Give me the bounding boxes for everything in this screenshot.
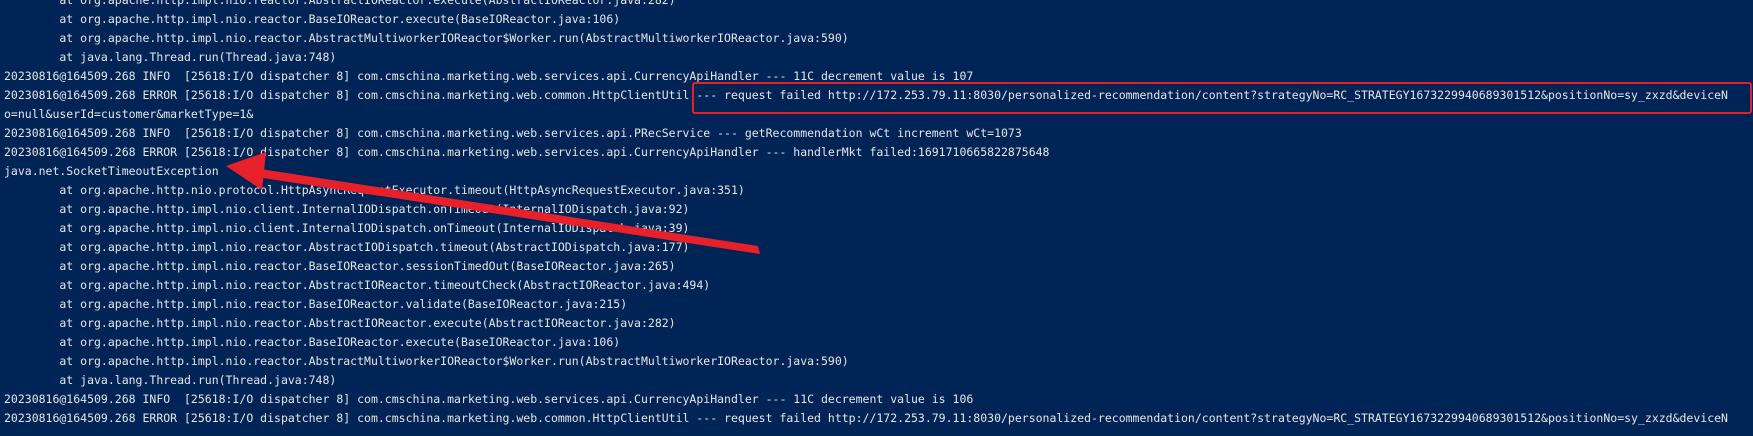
log-line: at org.apache.http.impl.nio.reactor.Abst… [4, 278, 711, 292]
log-line: at org.apache.http.impl.nio.reactor.Base… [4, 297, 628, 311]
log-line: at org.apache.http.impl.nio.reactor.Abst… [4, 0, 676, 7]
log-line: 20230816@164509.268 ERROR [25618:I/O dis… [4, 145, 1050, 159]
log-line: 20230816@164509.268 INFO [25618:I/O disp… [4, 392, 974, 406]
terminal-window[interactable]: at org.apache.http.impl.nio.reactor.Abst… [0, 0, 1753, 436]
log-line: 20230816@164509.268 ERROR [25618:I/O dis… [4, 411, 1728, 425]
log-line: at org.apache.http.impl.nio.client.Inter… [4, 202, 690, 216]
log-line: at org.apache.http.impl.nio.reactor.Abst… [4, 354, 849, 368]
log-line: at org.apache.http.impl.nio.reactor.Base… [4, 259, 676, 273]
log-line: 20230816@164509.268 INFO [25618:I/O disp… [4, 126, 1022, 140]
log-line: at java.lang.Thread.run(Thread.java:748) [4, 373, 337, 387]
log-line: at org.apache.http.impl.nio.client.Inter… [4, 221, 690, 235]
log-line: at org.apache.http.impl.nio.reactor.Base… [4, 12, 621, 26]
annotation-highlight-box [692, 82, 1752, 114]
log-line: at java.lang.Thread.run(Thread.java:748) [4, 50, 337, 64]
log-line: o=null&userId=customer&marketType=1& [4, 107, 254, 121]
log-line: at org.apache.http.impl.nio.reactor.Abst… [4, 316, 676, 330]
log-line: java.net.SocketTimeoutException [4, 164, 219, 178]
log-line: at org.apache.http.nio.protocol.HttpAsyn… [4, 183, 745, 197]
log-line: at org.apache.http.impl.nio.reactor.Abst… [4, 31, 849, 45]
log-line: at org.apache.http.impl.nio.reactor.Base… [4, 335, 621, 349]
log-line: at org.apache.http.impl.nio.reactor.Abst… [4, 240, 690, 254]
